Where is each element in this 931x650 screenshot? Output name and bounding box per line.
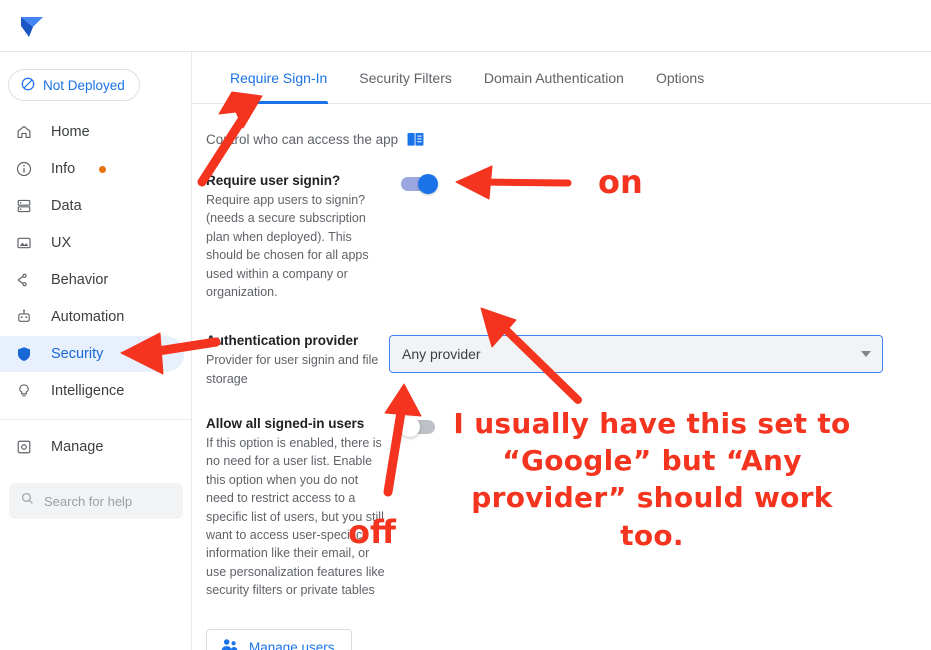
sidebar-item-label: Manage (51, 438, 104, 455)
sidebar-item-info[interactable]: Info (0, 151, 184, 187)
setting-description: Provider for user signin and file storag… (206, 353, 379, 386)
setting-title: Require user signin? (206, 173, 341, 188)
deploy-status-label: Not Deployed (43, 77, 125, 93)
sidebar-item-manage[interactable]: Manage (0, 429, 184, 465)
sidebar-item-label: UX (51, 234, 72, 251)
lightbulb-icon (14, 381, 34, 401)
info-notification-dot (99, 165, 107, 173)
tab-label: Require Sign-In (230, 69, 328, 86)
behavior-nodes-icon (14, 270, 34, 290)
sidebar-item-label: Home (51, 123, 90, 140)
setting-description: If this option is enabled, there is no n… (206, 436, 385, 597)
toggle-knob (418, 174, 438, 194)
setting-title: Authentication provider (206, 333, 359, 349)
tab-require-sign-in[interactable]: Require Sign-In (214, 52, 343, 104)
setting-text: Authentication provider Provider for use… (206, 333, 386, 388)
sidebar-item-security[interactable]: Security (0, 336, 184, 372)
manage-users-button[interactable]: Manage users (206, 629, 352, 650)
image-icon (14, 233, 34, 253)
manage-gear-icon (14, 437, 34, 457)
sidebar-item-behavior[interactable]: Behavior (0, 262, 184, 298)
top-bar (0, 0, 931, 52)
tab-label: Options (655, 69, 705, 86)
setting-control (400, 416, 439, 599)
search-placeholder: Search for help (44, 493, 133, 509)
not-deployed-slash-icon (20, 76, 36, 95)
sidebar-divider (0, 419, 192, 420)
setting-description: Require app users to signin? (needs a se… (206, 193, 369, 299)
setting-allow-all-signed-in-users: Allow all signed-in users If this option… (206, 416, 931, 599)
manage-users-label: Manage users (249, 639, 335, 650)
sidebar-item-automation[interactable]: Automation (0, 299, 184, 335)
appsheet-logo-icon[interactable] (16, 10, 48, 42)
tab-label: Security Filters (359, 69, 452, 86)
sidebar-item-label: Automation (51, 308, 125, 325)
sidebar-item-data[interactable]: Data (0, 188, 184, 224)
tab-bar: Require Sign-In Security Filters Domain … (192, 52, 931, 104)
authentication-provider-select[interactable]: Any provider (389, 335, 883, 374)
intro-row: Control who can access the app (206, 132, 931, 147)
toggle-knob (400, 417, 420, 437)
sidebar-item-label: Data (51, 197, 82, 214)
robot-icon (14, 307, 34, 327)
info-circle-icon (14, 159, 34, 179)
intro-text: Control who can access the app (206, 132, 399, 147)
require-signin-toggle[interactable] (401, 174, 439, 194)
setting-control: Any provider (389, 333, 883, 388)
appsheet-security-editor: Not Deployed Home Info Data UX Behavior … (0, 0, 931, 650)
setting-authentication-provider: Authentication provider Provider for use… (206, 333, 931, 388)
sidebar-item-ux[interactable]: UX (0, 225, 184, 261)
database-icon (14, 196, 34, 216)
search-icon (20, 491, 35, 511)
tab-security-filters[interactable]: Security Filters (343, 52, 468, 104)
chevron-down-icon (861, 351, 871, 358)
select-value: Any provider (402, 346, 481, 363)
sidebar: Not Deployed Home Info Data UX Behavior … (0, 52, 192, 650)
deploy-status-chip[interactable]: Not Deployed (8, 69, 140, 101)
sidebar-item-label: Info (51, 160, 76, 177)
sidebar-item-label: Behavior (51, 271, 109, 288)
people-icon (220, 637, 239, 650)
settings-content: Control who can access the app Require u… (192, 104, 931, 650)
shield-icon (14, 344, 34, 364)
tab-domain-authentication[interactable]: Domain Authentication (468, 52, 640, 104)
home-icon (14, 122, 34, 142)
sidebar-item-label: Security (51, 345, 104, 362)
search-input[interactable]: Search for help (9, 483, 183, 519)
book-doc-icon[interactable] (407, 132, 424, 147)
setting-text: Require user signin? Require app users t… (206, 173, 386, 301)
setting-require-user-signin: Require user signin? Require app users t… (206, 173, 931, 301)
main-panel: Require Sign-In Security Filters Domain … (192, 52, 931, 650)
tab-options[interactable]: Options (640, 52, 720, 104)
setting-text: Allow all signed-in users If this option… (206, 416, 386, 599)
setting-control (401, 173, 439, 301)
setting-title: Allow all signed-in users (206, 416, 365, 431)
tab-label: Domain Authentication (483, 69, 624, 86)
sidebar-nav: Home Info Data UX Behavior Automation Se… (0, 114, 192, 466)
sidebar-item-label: Intelligence (51, 382, 125, 399)
allow-all-signed-in-users-toggle[interactable] (400, 417, 439, 437)
sidebar-item-intelligence[interactable]: Intelligence (0, 373, 184, 409)
sidebar-item-home[interactable]: Home (0, 114, 184, 150)
